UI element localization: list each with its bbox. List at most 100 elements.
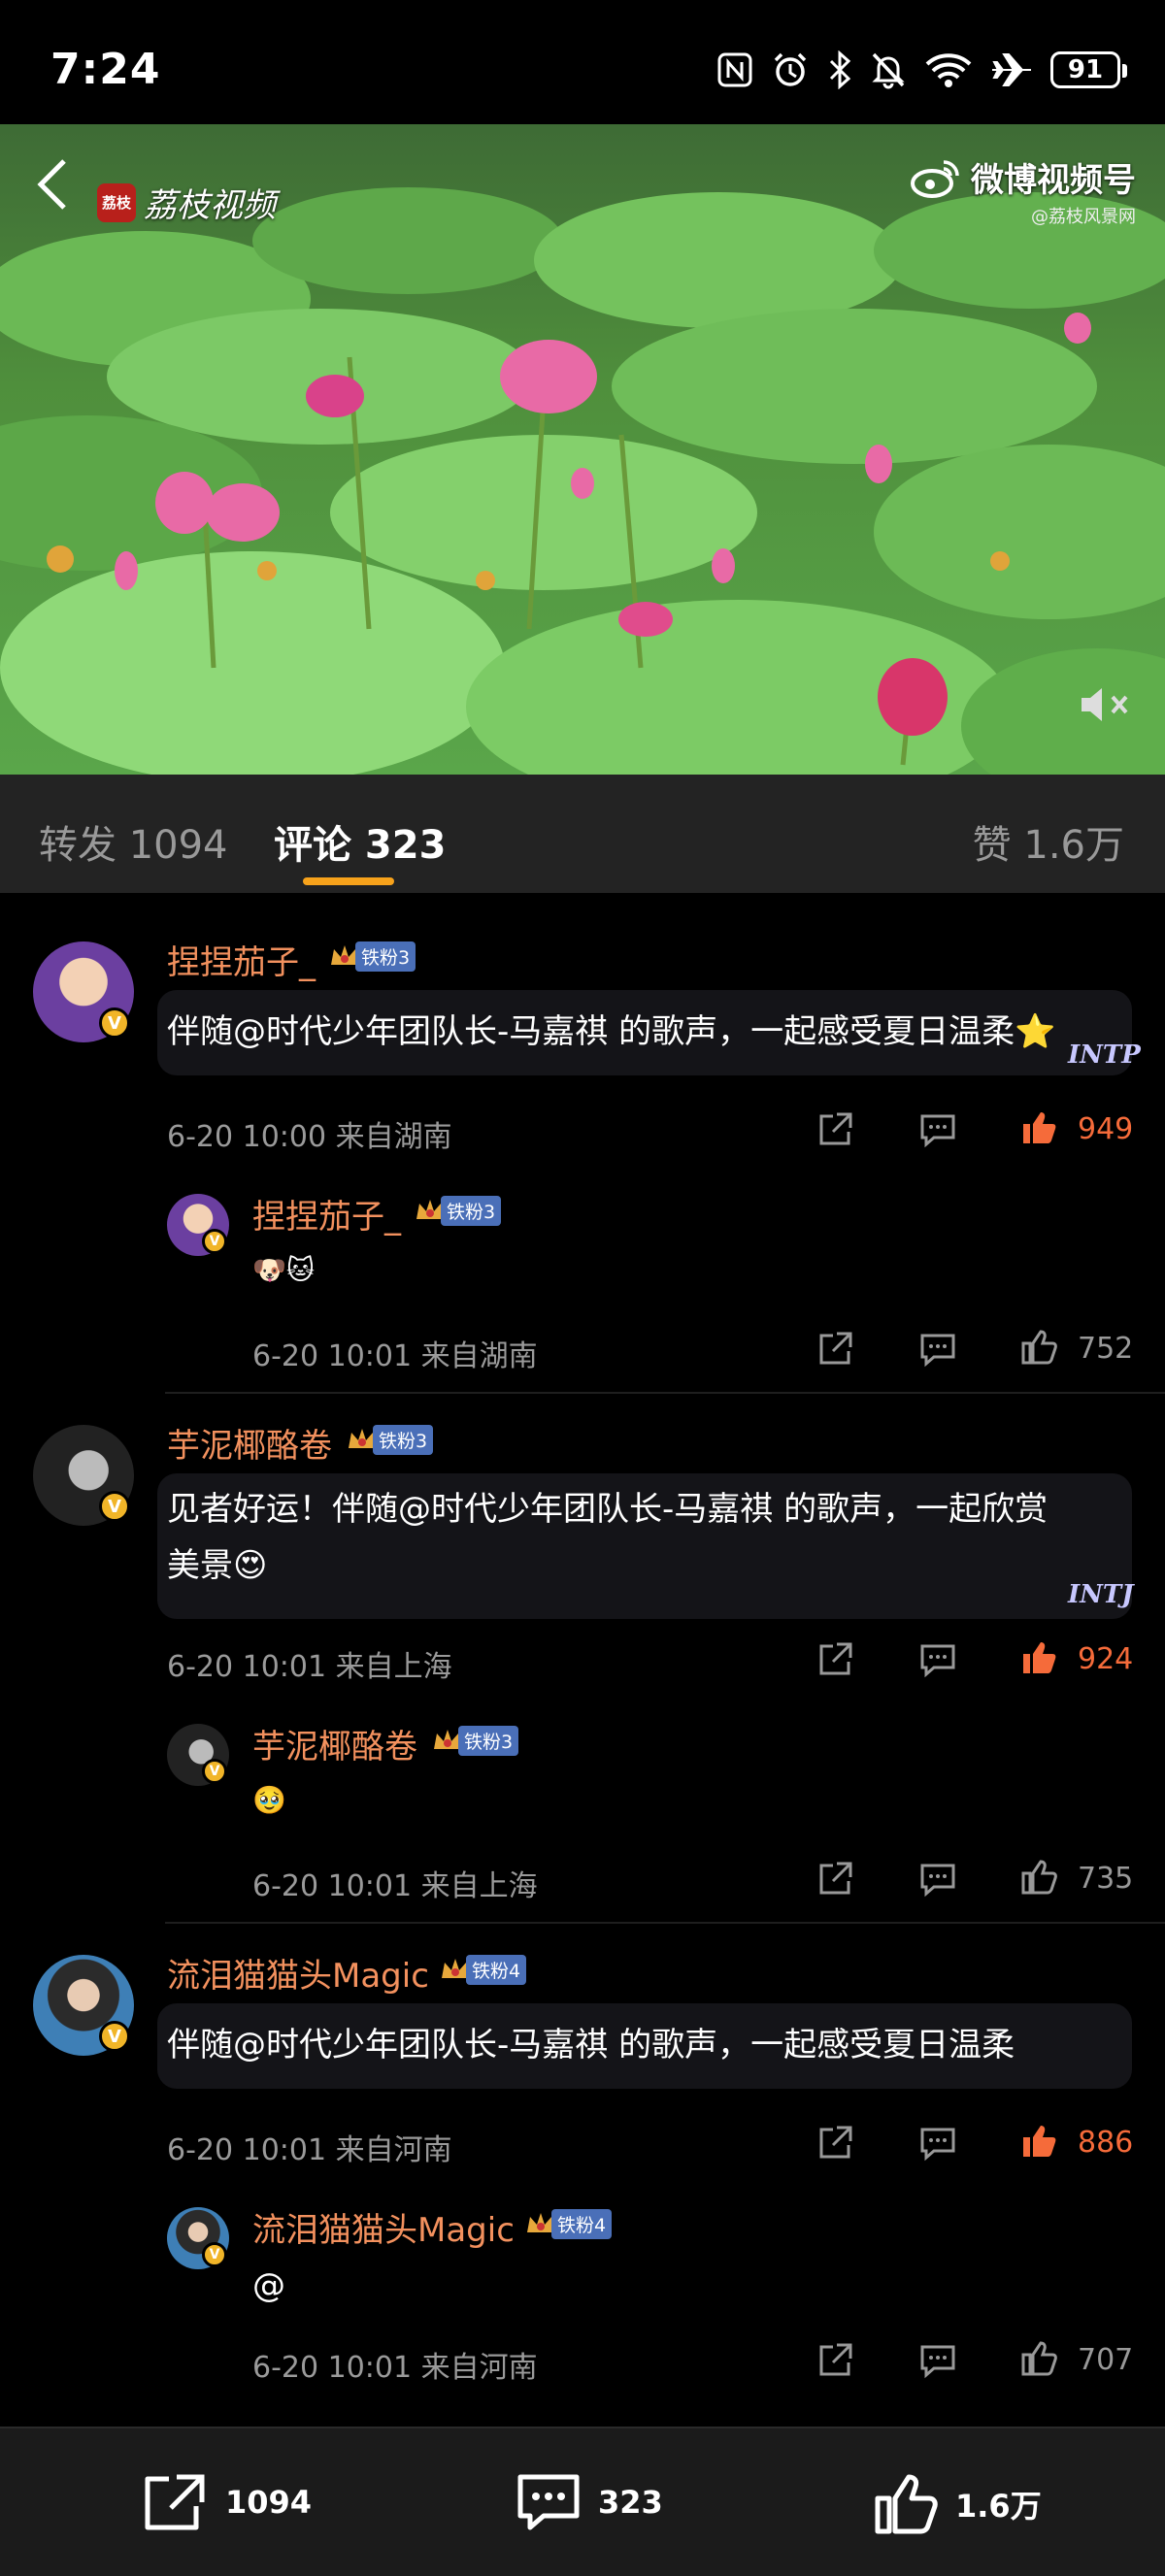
comment-text-line2: 美景😍 bbox=[167, 1546, 268, 1585]
comment-icon[interactable] bbox=[918, 2124, 957, 2163]
fan-level: 铁粉3 bbox=[355, 941, 416, 972]
fan-level: 铁粉3 bbox=[373, 1424, 434, 1455]
reply-text: @ bbox=[252, 2266, 285, 2305]
comment-icon[interactable] bbox=[918, 1640, 957, 1679]
back-arrow-icon[interactable] bbox=[33, 155, 72, 214]
mute-bell-icon bbox=[872, 52, 905, 89]
username[interactable]: 流泪猫猫头Magic bbox=[167, 1949, 429, 1997]
reply-time: 6-20 10:01 来自河南 bbox=[252, 2351, 538, 2385]
verified-icon: V bbox=[202, 1759, 227, 1784]
mbti-sticker: INTP bbox=[1068, 1040, 1141, 1070]
share-icon[interactable] bbox=[816, 2124, 854, 2163]
comment-text: 伴随@时代少年团队长-马嘉祺 的歌声，一起感受夏日温柔 bbox=[167, 2026, 1015, 2064]
status-icons: 91 bbox=[716, 50, 1127, 89]
fan-level: 铁粉3 bbox=[441, 1195, 502, 1226]
comment-icon[interactable] bbox=[918, 2341, 957, 2380]
like-icon[interactable] bbox=[1019, 1108, 1058, 1147]
divider bbox=[165, 1392, 1165, 1394]
verified-icon: V bbox=[202, 1229, 227, 1254]
username[interactable]: 捏捏茄子_ bbox=[167, 936, 316, 983]
like-count: 886 bbox=[1078, 2126, 1134, 2160]
tab-likes[interactable]: 赞 1.6万 bbox=[973, 813, 1124, 870]
tab-underline bbox=[303, 877, 394, 885]
repost-button[interactable]: 1094 bbox=[140, 2471, 312, 2533]
fan-level: 铁粉4 bbox=[551, 2208, 613, 2239]
fan-badge: 铁粉4 bbox=[439, 1954, 527, 1985]
verified-icon: V bbox=[99, 1007, 130, 1039]
fan-level: 铁粉4 bbox=[466, 1954, 527, 1985]
comment-button[interactable]: 323 bbox=[515, 2471, 663, 2533]
like-icon[interactable] bbox=[1019, 2122, 1058, 2161]
comment-icon[interactable] bbox=[918, 1330, 957, 1369]
verified-icon: V bbox=[99, 2021, 130, 2052]
verified-icon: V bbox=[202, 2242, 227, 2267]
username[interactable]: 流泪猫猫头Magic bbox=[252, 2203, 515, 2251]
divider bbox=[165, 1922, 1165, 1924]
bottom-action-bar: 1094 323 1.6万 bbox=[0, 2427, 1165, 2576]
alarm-icon bbox=[774, 52, 807, 86]
fan-badge: 铁粉3 bbox=[414, 1195, 502, 1226]
tab-comments[interactable]: 评论 323 bbox=[274, 813, 446, 870]
share-icon[interactable] bbox=[816, 1330, 854, 1369]
share-icon[interactable] bbox=[816, 1640, 854, 1679]
weibo-video-watermark: 微博视频号 @荔枝风景网 bbox=[907, 153, 1136, 228]
repost-count: 1094 bbox=[225, 2484, 313, 2521]
verified-icon: V bbox=[99, 1491, 130, 1522]
reply-time: 6-20 10:01 来自上海 bbox=[252, 1869, 538, 1903]
like-icon[interactable] bbox=[1019, 1328, 1058, 1367]
reply-text: 🐶🐱 bbox=[252, 1254, 316, 1286]
wifi-icon bbox=[925, 53, 972, 87]
like-button[interactable]: 1.6万 bbox=[872, 2471, 1042, 2537]
bluetooth-icon bbox=[829, 50, 851, 89]
like-count: 707 bbox=[1078, 2343, 1134, 2377]
tab-repost[interactable]: 转发 1094 bbox=[39, 813, 228, 870]
brand-logo: 荔枝 bbox=[97, 182, 136, 222]
like-count: 735 bbox=[1078, 1862, 1134, 1896]
share-icon[interactable] bbox=[816, 1110, 854, 1149]
like-count: 949 bbox=[1078, 1112, 1134, 1146]
like-icon[interactable] bbox=[1019, 2339, 1058, 2378]
like-count: 752 bbox=[1078, 1332, 1134, 1366]
comment-icon bbox=[517, 2474, 580, 2530]
comment-time: 6-20 10:00 来自湖南 bbox=[167, 1120, 452, 1154]
tab-bar: 转发 1094 评论 323 赞 1.6万 bbox=[0, 775, 1165, 893]
share-icon bbox=[145, 2474, 205, 2530]
fan-badge: 铁粉3 bbox=[346, 1424, 434, 1455]
battery-level: 91 bbox=[1067, 55, 1104, 84]
fan-badge: 铁粉3 bbox=[328, 941, 416, 972]
like-count: 1.6万 bbox=[955, 2488, 1042, 2525]
comment-text-line1: 见者好运！伴随@时代少年团队长-马嘉祺 的歌声，一起欣赏 bbox=[167, 1490, 1048, 1529]
share-icon[interactable] bbox=[816, 2341, 854, 2380]
like-icon bbox=[875, 2474, 938, 2534]
weibo-video-label: 微博视频号 bbox=[971, 161, 1136, 200]
username[interactable]: 芋泥椰酪卷 bbox=[252, 1720, 417, 1767]
brand-name: 荔枝视频 bbox=[144, 186, 276, 225]
like-count: 924 bbox=[1078, 1642, 1134, 1676]
comment-icon[interactable] bbox=[918, 1110, 957, 1149]
fan-badge: 铁粉3 bbox=[431, 1725, 519, 1756]
mbti-sticker: INTJ bbox=[1068, 1580, 1134, 1609]
status-time: 7:24 bbox=[50, 45, 161, 94]
video-source-brand: 荔枝 荔枝视频 bbox=[97, 179, 276, 226]
video-watermark-handle: @荔枝风景网 bbox=[1031, 207, 1136, 227]
video-player[interactable]: 荔枝 荔枝视频 微博视频号 @荔枝风景网 bbox=[0, 124, 1165, 775]
comment-count: 323 bbox=[598, 2484, 663, 2521]
comment-time: 6-20 10:01 来自上海 bbox=[167, 1650, 452, 1684]
speaker-mute-icon[interactable] bbox=[1078, 683, 1132, 726]
comment-time: 6-20 10:01 来自河南 bbox=[167, 2133, 452, 2167]
reply-time: 6-20 10:01 来自湖南 bbox=[252, 1339, 538, 1373]
fan-level: 铁粉3 bbox=[458, 1725, 519, 1756]
fan-badge: 铁粉4 bbox=[524, 2208, 613, 2239]
username[interactable]: 捏捏茄子_ bbox=[252, 1190, 401, 1238]
status-bar: 7:24 91 bbox=[0, 0, 1165, 124]
comment-icon[interactable] bbox=[918, 1860, 957, 1899]
reply-text: 🥹 bbox=[252, 1784, 286, 1816]
like-icon[interactable] bbox=[1019, 1638, 1058, 1677]
username[interactable]: 芋泥椰酪卷 bbox=[167, 1419, 332, 1467]
comment-text: 伴随@时代少年团队长-马嘉祺 的歌声，一起感受夏日温柔⭐ bbox=[167, 1012, 1056, 1051]
weibo-logo-icon bbox=[911, 159, 959, 198]
like-icon[interactable] bbox=[1019, 1858, 1058, 1897]
share-icon[interactable] bbox=[816, 1860, 854, 1899]
battery-icon: 91 bbox=[1050, 51, 1127, 88]
nfc-icon bbox=[717, 52, 752, 87]
